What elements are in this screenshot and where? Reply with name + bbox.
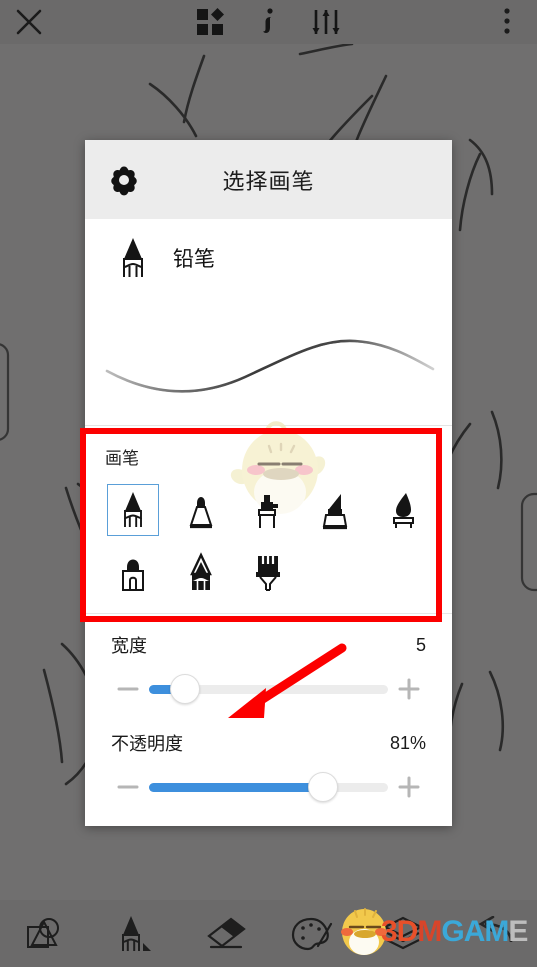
brush-item-box <box>175 484 227 536</box>
width-slider-controls <box>85 666 452 712</box>
opacity-slider-header: 不透明度 81% <box>85 722 452 764</box>
brush-section-title: 画笔 <box>105 449 139 468</box>
brush-item-box <box>106 484 159 536</box>
width-slider-label: 宽度 <box>111 636 147 656</box>
opacity-slider-knob[interactable] <box>308 772 339 802</box>
brush-item-marker-pen[interactable] <box>167 483 235 537</box>
brush-stroke-preview-icon <box>105 339 435 393</box>
app-root: 选择画笔 铅笔 画笔 宽度 5 不透明度 81% 3DMGAME <box>0 0 537 967</box>
current-brush-label: 铅笔 <box>173 248 215 271</box>
dialog-header: 选择画笔 <box>85 140 452 219</box>
airbrush-icon <box>258 495 279 528</box>
sliders-icon <box>312 10 339 34</box>
opacity-slider-fill <box>149 782 324 792</box>
more-menu-button[interactable] <box>477 0 537 44</box>
opacity-increase-button[interactable] <box>388 774 430 800</box>
chisel-marker-icon <box>323 494 348 530</box>
current-brush-icon-wrap <box>105 235 161 281</box>
shapes-tool-icon <box>26 917 59 948</box>
shapes-button[interactable] <box>183 0 237 44</box>
width-decrease-button[interactable] <box>107 676 149 702</box>
tool-eraser-button[interactable] <box>179 900 269 967</box>
info-button[interactable] <box>237 0 299 44</box>
opacity-slider-label: 不透明度 <box>111 734 183 754</box>
palette-tool-icon <box>292 917 333 950</box>
brush-item-box <box>107 546 159 598</box>
brush-item-pencil[interactable] <box>99 483 167 537</box>
watermark-part-1: 3D <box>381 915 418 948</box>
brush-item-bristle-brush[interactable] <box>235 545 303 599</box>
minus-icon <box>117 687 139 691</box>
brush-grid <box>85 483 452 599</box>
brush-item-chisel-marker[interactable] <box>302 483 370 537</box>
opacity-slider-value: 81% <box>389 732 426 753</box>
watermark-part-2: M <box>417 915 442 948</box>
pencil-tool-icon <box>122 915 152 951</box>
brush-item-ink-brush[interactable] <box>370 483 438 537</box>
watermark-text: 3DMGAME <box>381 915 528 949</box>
shapes-grid-icon <box>196 8 224 35</box>
brush-item-box <box>175 546 227 598</box>
minus-icon <box>117 785 139 789</box>
close-icon <box>16 9 42 35</box>
brush-item-wide-marker[interactable] <box>99 545 167 599</box>
opacity-slider-track-wrap[interactable] <box>149 772 388 802</box>
brush-select-dialog: 选择画笔 铅笔 画笔 宽度 5 不透明度 81% <box>80 140 452 826</box>
opacity-slider-controls <box>85 764 452 810</box>
brush-preview <box>85 297 452 425</box>
overflow-menu-icon <box>504 8 510 34</box>
info-icon <box>262 8 273 33</box>
wide-marker-icon <box>121 559 144 591</box>
bristle-brush-icon <box>256 556 281 591</box>
opacity-slider-block: 不透明度 81% <box>85 712 452 810</box>
width-slider-header: 宽度 5 <box>85 624 452 666</box>
watermark-part-3: GAM <box>441 915 509 948</box>
brush-item-box <box>310 484 362 536</box>
brush-palette-section: 画笔 <box>85 421 452 613</box>
brush-item-box <box>242 484 294 536</box>
tool-shapes-button[interactable] <box>0 900 90 967</box>
brush-item-soft-pencil[interactable] <box>167 545 235 599</box>
width-increase-button[interactable] <box>388 676 430 702</box>
plus-icon <box>398 678 420 700</box>
opacity-decrease-button[interactable] <box>107 774 149 800</box>
width-slider-knob[interactable] <box>169 674 200 704</box>
brush-item-airbrush[interactable] <box>235 483 303 537</box>
pencil-icon <box>123 492 142 527</box>
width-slider-value: 5 <box>415 634 426 655</box>
dialog-title: 选择画笔 <box>222 168 315 194</box>
tool-pencil-button[interactable] <box>90 900 180 967</box>
width-slider-block: 宽度 5 <box>85 613 452 712</box>
marker-pen-icon <box>189 497 213 529</box>
brush-item-box <box>378 484 430 536</box>
brush-item-box <box>242 546 294 598</box>
bottom-toolbar: 3DMGAME <box>0 900 537 967</box>
site-watermark: 3DMGAME <box>337 903 533 961</box>
soft-pencil-icon <box>189 552 212 590</box>
watermark-part-4: E <box>508 915 528 948</box>
ink-brush-icon <box>393 493 415 528</box>
plus-icon <box>398 776 420 798</box>
close-button[interactable] <box>0 0 58 44</box>
top-toolbar <box>0 0 537 44</box>
eraser-tool-icon <box>206 917 246 948</box>
width-slider-track-wrap[interactable] <box>149 674 388 704</box>
current-brush-row[interactable]: 铅笔 <box>85 219 452 297</box>
adjust-button[interactable] <box>299 0 353 44</box>
pencil-icon <box>123 238 143 277</box>
